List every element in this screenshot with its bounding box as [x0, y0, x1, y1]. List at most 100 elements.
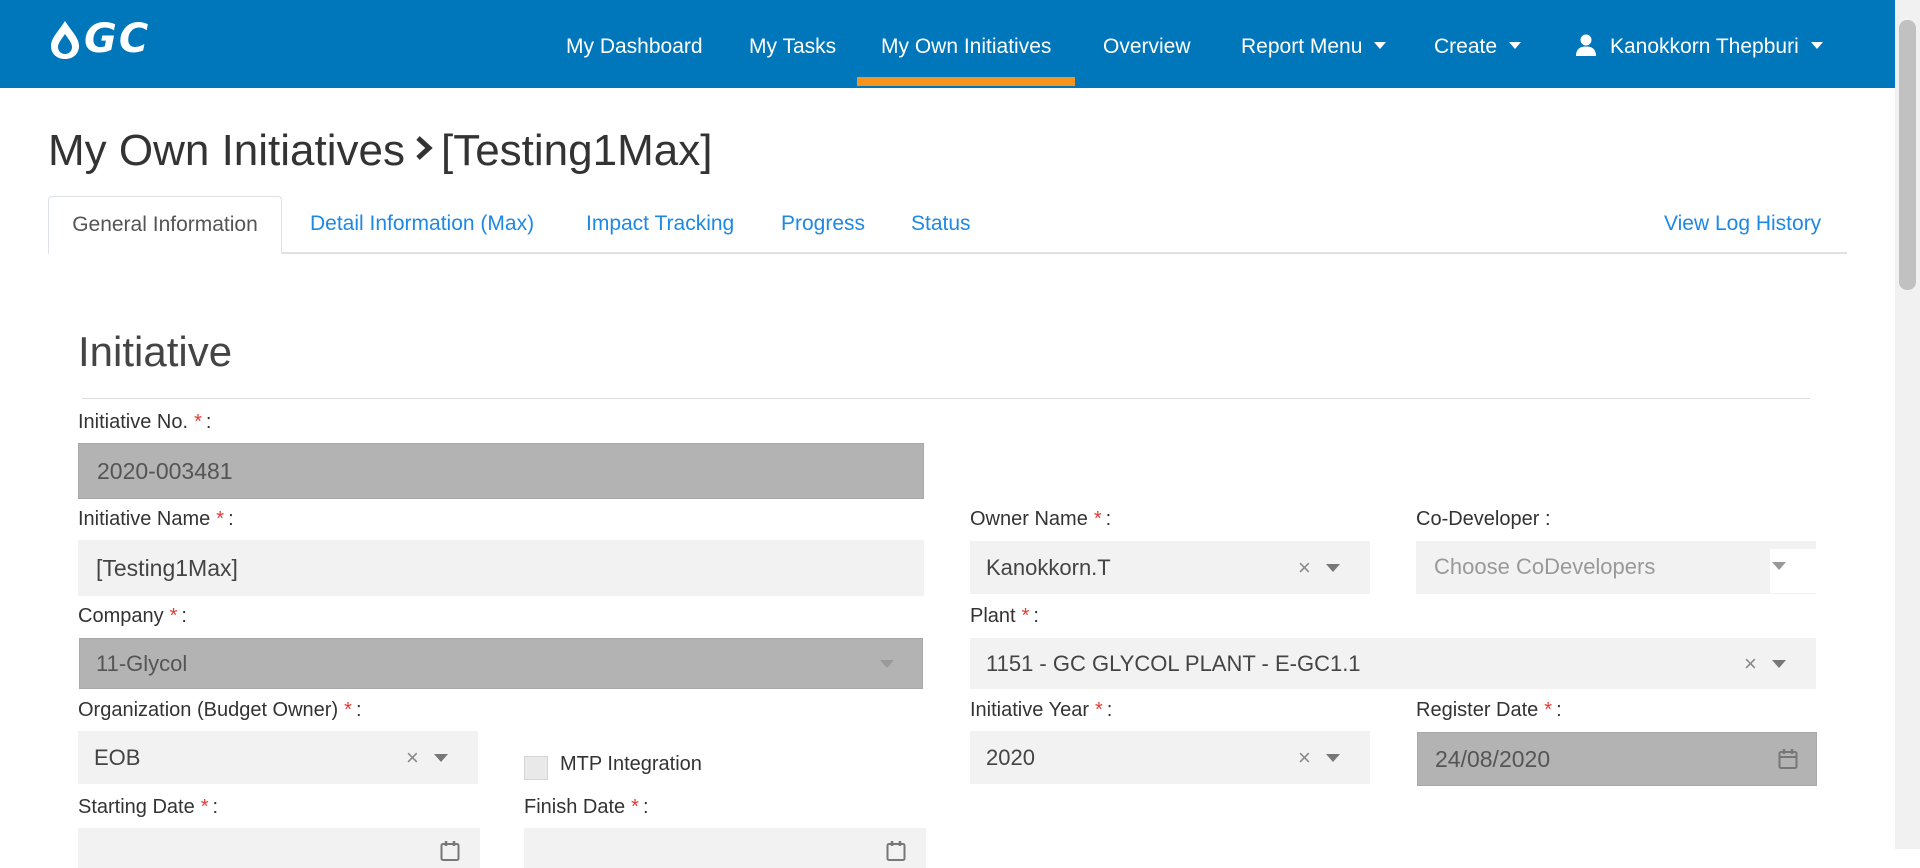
- initiative-name-label-text: Initiative Name: [78, 508, 211, 530]
- starting-date-label: Starting Date *:: [78, 796, 218, 819]
- chevron-down-icon: [1509, 42, 1522, 49]
- organization-value: EOB: [94, 745, 141, 770]
- user-icon: [1576, 34, 1596, 56]
- clear-icon[interactable]: ×: [1298, 731, 1311, 784]
- starting-date-field[interactable]: [78, 828, 480, 868]
- dropdown-arrow-icon[interactable]: [1772, 561, 1786, 570]
- company-label: Company *:: [78, 605, 187, 628]
- owner-name-select[interactable]: Kanokkorn.T ×: [970, 541, 1370, 594]
- required-mark: *: [1021, 605, 1030, 627]
- required-mark: *: [344, 699, 352, 721]
- breadcrumb-current: [Testing1Max]: [440, 126, 713, 175]
- initiative-name-field[interactable]: [78, 540, 924, 596]
- gc-logo[interactable]: GC: [48, 16, 182, 62]
- owner-name-label: Owner Name *:: [970, 508, 1111, 531]
- nav-user-menu[interactable]: Kanokkorn Thepburi: [1576, 0, 1823, 88]
- initiative-no-input[interactable]: [79, 444, 923, 498]
- organization-label-text: Organization (Budget Owner): [78, 699, 339, 721]
- label-colon: :: [181, 605, 187, 627]
- top-navbar: GC My Dashboard My Tasks My Own Initiati…: [0, 0, 1895, 88]
- nav-create[interactable]: Create: [1434, 0, 1522, 88]
- initiative-year-value: 2020: [986, 745, 1035, 770]
- finish-date-field[interactable]: [524, 828, 926, 868]
- label-colon: :: [205, 411, 212, 433]
- co-developer-label: Co-Developer :: [1416, 508, 1551, 530]
- label-colon: :: [212, 796, 219, 818]
- plant-label: Plant *:: [970, 605, 1039, 628]
- breadcrumb-root[interactable]: My Own Initiatives: [48, 126, 405, 175]
- required-mark: *: [1093, 508, 1102, 530]
- scrollbar-thumb[interactable]: [1899, 20, 1916, 290]
- co-developer-select[interactable]: Choose CoDevelopers: [1416, 541, 1816, 594]
- dropdown-arrow-icon[interactable]: [1772, 659, 1786, 668]
- dropdown-arrow-icon[interactable]: [1326, 753, 1340, 762]
- plant-value: 1151 - GC GLYCOL PLANT - E-GC1.1: [986, 651, 1361, 676]
- label-colon: :: [1033, 605, 1039, 627]
- label-colon: :: [1556, 699, 1562, 721]
- nav-my-dashboard[interactable]: My Dashboard: [566, 0, 703, 88]
- plant-label-text: Plant: [970, 605, 1016, 627]
- initiative-name-input[interactable]: [78, 540, 924, 596]
- label-colon: :: [1105, 508, 1112, 530]
- nav-my-own-initiatives[interactable]: My Own Initiatives: [856, 0, 1076, 88]
- nav-report-menu[interactable]: Report Menu: [1241, 0, 1387, 88]
- nav-my-tasks[interactable]: My Tasks: [749, 0, 836, 88]
- chevron-right-icon: [416, 136, 433, 160]
- label-colon: :: [355, 699, 362, 721]
- tab-general-information[interactable]: General Information: [48, 196, 282, 254]
- organization-select[interactable]: EOB ×: [78, 731, 478, 784]
- initiative-no-field[interactable]: [78, 443, 924, 499]
- clear-icon[interactable]: ×: [1744, 638, 1757, 689]
- section-divider: [82, 398, 1810, 399]
- logo-text: GC: [84, 16, 151, 62]
- mtp-integration-label: MTP Integration: [560, 753, 702, 775]
- required-mark: *: [1094, 699, 1103, 721]
- user-name: Kanokkorn Thepburi: [1610, 35, 1799, 58]
- label-colon: :: [228, 508, 234, 530]
- chevron-down-icon: [1810, 42, 1823, 49]
- breadcrumb: My Own Initiatives [Testing1Max]: [48, 126, 712, 176]
- register-date-input[interactable]: [1418, 733, 1816, 785]
- tab-detail-information[interactable]: Detail Information (Max): [310, 196, 534, 252]
- clear-icon[interactable]: ×: [1298, 541, 1311, 594]
- calendar-icon[interactable]: [1778, 748, 1798, 770]
- dropdown-arrow-icon[interactable]: [1326, 563, 1340, 572]
- required-mark: *: [194, 411, 202, 433]
- required-mark: *: [216, 508, 225, 530]
- section-title: Initiative: [78, 328, 233, 375]
- calendar-icon[interactable]: [886, 840, 906, 862]
- clear-icon[interactable]: ×: [406, 731, 419, 784]
- company-label-text: Company: [78, 605, 164, 627]
- droplet-logo-icon: [51, 21, 79, 59]
- plant-select[interactable]: 1151 - GC GLYCOL PLANT - E-GC1.1 ×: [970, 638, 1816, 689]
- required-mark: *: [631, 796, 639, 818]
- finish-date-label-text: Finish Date: [524, 796, 626, 818]
- tab-impact-tracking[interactable]: Impact Tracking: [586, 196, 734, 252]
- view-log-history-link[interactable]: View Log History: [1664, 196, 1821, 252]
- organization-label: Organization (Budget Owner) *:: [78, 699, 362, 722]
- dropdown-arrow-icon[interactable]: [880, 659, 894, 668]
- chevron-down-icon: [1374, 42, 1387, 49]
- co-developer-placeholder: Choose CoDevelopers: [1434, 554, 1656, 579]
- initiative-year-select[interactable]: 2020 ×: [970, 731, 1370, 784]
- company-select[interactable]: 11-Glycol: [79, 638, 923, 689]
- mtp-integration-checkbox[interactable]: [524, 756, 548, 780]
- register-date-label-text: Register Date: [1416, 699, 1539, 721]
- tabs-divider: [48, 252, 1847, 254]
- dropdown-toggle[interactable]: [1770, 549, 1816, 593]
- initiative-no-label: Initiative No. *:: [78, 411, 211, 434]
- tab-progress[interactable]: Progress: [781, 196, 865, 252]
- owner-name-value: Kanokkorn.T: [986, 555, 1111, 580]
- nav-overview[interactable]: Overview: [1103, 0, 1191, 88]
- owner-name-label-text: Owner Name: [970, 508, 1088, 530]
- tab-status[interactable]: Status: [911, 196, 971, 252]
- label-colon: :: [642, 796, 649, 818]
- page-scrollbar[interactable]: [1895, 0, 1920, 849]
- calendar-icon[interactable]: [440, 840, 460, 862]
- nav-create-label: Create: [1434, 35, 1498, 58]
- required-mark: *: [200, 796, 209, 818]
- register-date-field[interactable]: [1417, 732, 1817, 786]
- dropdown-arrow-icon[interactable]: [434, 753, 448, 762]
- initiative-name-label: Initiative Name *:: [78, 508, 234, 531]
- initiative-year-label-text: Initiative Year: [970, 699, 1089, 721]
